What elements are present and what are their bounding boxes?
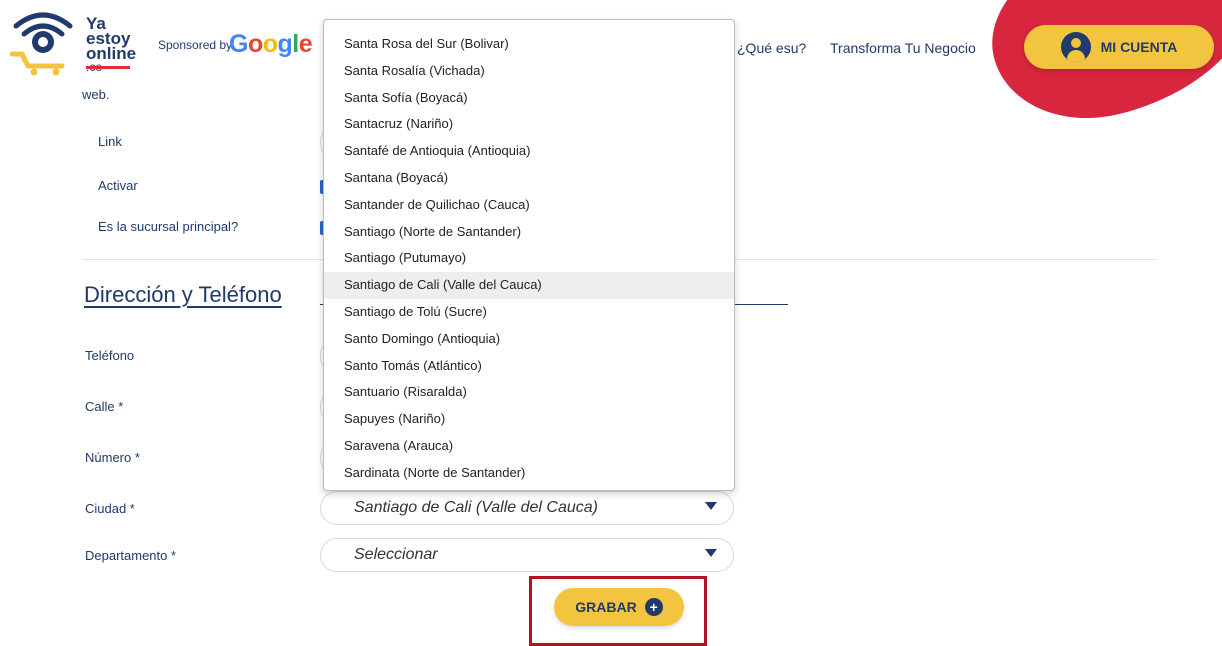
chevron-down-icon [705, 549, 717, 557]
section-title: Dirección y Teléfono [84, 282, 282, 307]
grabar-button[interactable]: GRABAR + [554, 588, 684, 626]
label-link: Link [98, 134, 122, 149]
label-departamento: Departamento * [85, 548, 177, 563]
label-ciudad: Ciudad * [85, 501, 135, 516]
label-sucursal: Es la sucursal principal? [98, 219, 239, 234]
account-button[interactable]: MI CUENTA [1024, 25, 1214, 69]
user-avatar-icon [1060, 32, 1091, 62]
wifi-cart-icon [10, 12, 73, 76]
dropdown-option[interactable]: Sapuyes (Nariño) [324, 406, 734, 433]
grabar-button-label: GRABAR [575, 599, 637, 615]
dropdown-option[interactable]: Santa Rosa del Sur (Bolivar) [324, 31, 734, 58]
dropdown-option[interactable]: Santafé de Antioquia (Antioquia) [324, 138, 734, 165]
header-red-blob [973, 0, 1222, 141]
departamento-select-value: Seleccionar [354, 546, 438, 563]
account-button-label: MI CUENTA [1100, 39, 1178, 55]
label-telefono: Teléfono [85, 348, 135, 363]
dropdown-option[interactable]: Santiago de Cali (Valle del Cauca) [324, 272, 734, 299]
google-logo: Google [229, 30, 313, 59]
dropdown-option[interactable]: Santo Tomás (Atlántico) [324, 353, 734, 380]
nav-que-es[interactable]: ¿Qué esu? [737, 40, 806, 56]
departamento-select[interactable]: Seleccionar [320, 538, 734, 572]
label-numero: Número * [85, 450, 140, 465]
dropdown-option[interactable]: Santiago de Tolú (Sucre) [324, 299, 734, 326]
dropdown-option[interactable]: Santuario (Risaralda) [324, 379, 734, 406]
dropdown-option[interactable]: Saravena (Arauca) [324, 433, 734, 460]
google-letter: g [277, 30, 293, 58]
google-letter: o [262, 30, 278, 58]
label-activar: Activar [98, 178, 138, 193]
web-text: web. [82, 87, 110, 102]
dropdown-option[interactable]: Santa Sofía (Boyacá) [324, 85, 734, 112]
ciudad-dropdown-list[interactable]: Santa Rosa del Sur (Bolivar) Santa Rosalí… [323, 19, 735, 491]
ciudad-select[interactable]: Santiago de Cali (Valle del Cauca) [320, 491, 734, 525]
plus-icon: + [644, 598, 663, 616]
dropdown-option[interactable]: Sardinata (Norte de Santander) [324, 460, 734, 487]
site-logo[interactable]: Ya estoy online .co [10, 6, 140, 76]
logo-underline [86, 66, 130, 69]
logo-line-3: online [86, 44, 137, 63]
dropdown-option[interactable]: Santacruz (Nariño) [324, 111, 734, 138]
dropdown-options: Santa Rosa del Sur (Bolivar) Santa Rosalí… [324, 20, 734, 487]
google-letter: G [229, 30, 248, 58]
ciudad-select-value: Santiago de Cali (Valle del Cauca) [354, 499, 598, 516]
google-letter: o [247, 30, 263, 58]
dropdown-option[interactable]: Santo Domingo (Antioquia) [324, 326, 734, 353]
chevron-down-icon [705, 502, 717, 510]
label-calle: Calle * [85, 399, 124, 414]
sponsored-label: Sponsored by [158, 38, 233, 52]
google-letter: e [298, 30, 313, 58]
dropdown-option[interactable]: Santa Rosalía (Vichada) [324, 58, 734, 85]
dropdown-option[interactable]: Santiago (Putumayo) [324, 245, 734, 272]
dropdown-option[interactable]: Santander de Quilichao (Cauca) [324, 192, 734, 219]
nav-transforma[interactable]: Transforma Tu Negocio [830, 40, 976, 56]
dropdown-option[interactable]: Santiago (Norte de Santander) [324, 219, 734, 246]
dropdown-option[interactable]: Santana (Boyacá) [324, 165, 734, 192]
